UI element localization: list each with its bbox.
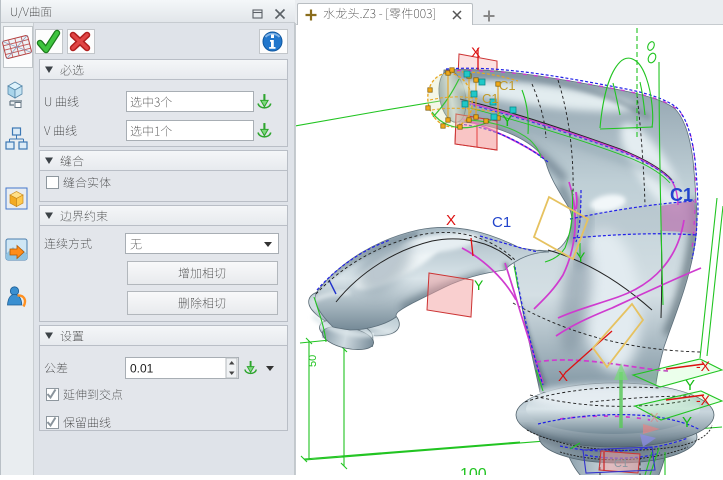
svg-text:C1: C1	[499, 78, 516, 93]
svg-text:Y: Y	[502, 113, 513, 130]
svg-text:X: X	[650, 410, 659, 425]
svg-text:X: X	[558, 368, 568, 385]
svg-text:C1: C1	[492, 214, 511, 231]
svg-text:X: X	[471, 44, 481, 60]
svg-text:-X: -X	[696, 392, 711, 408]
svg-text:Y: Y	[576, 249, 586, 265]
svg-text:Y: Y	[685, 377, 695, 394]
svg-text:C1: C1	[482, 91, 499, 106]
svg-text:Y: Y	[474, 277, 484, 293]
svg-text:Y: Y	[682, 414, 692, 431]
svg-text:100: 100	[460, 466, 487, 475]
svg-text:X: X	[446, 212, 456, 229]
svg-text:-X: -X	[696, 358, 711, 374]
svg-text:C1: C1	[670, 185, 693, 205]
svg-text:50: 50	[307, 355, 319, 367]
svg-text:C1: C1	[614, 458, 628, 470]
